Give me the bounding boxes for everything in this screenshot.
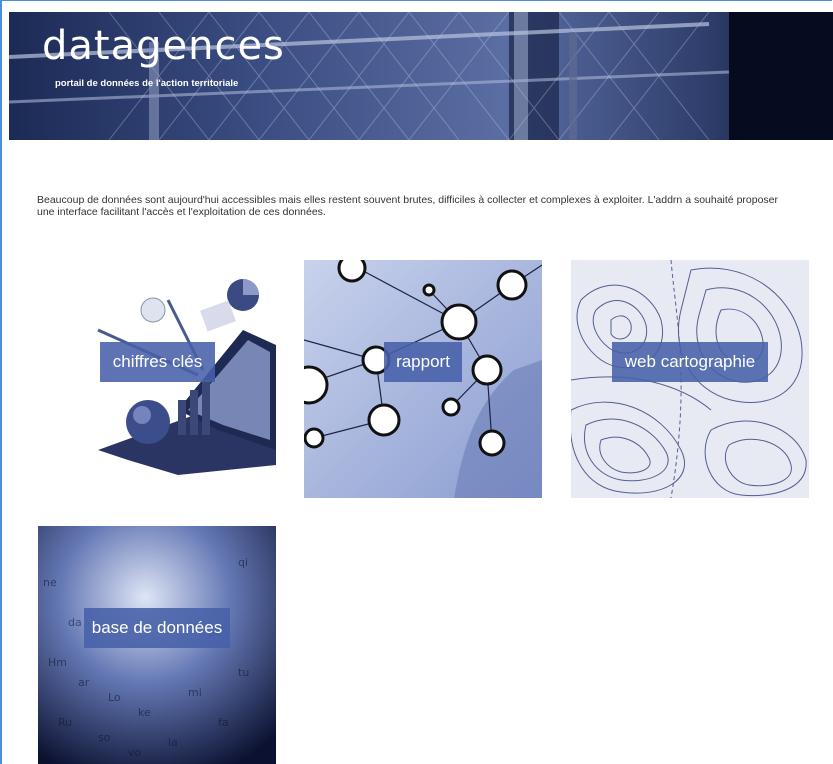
tile-label-chiffres-cles: chiffres clés	[100, 342, 215, 382]
tile-rapport[interactable]: rapport	[304, 260, 542, 498]
svg-text:ar: ar	[78, 676, 90, 689]
tile-label-base-de-donnees: base de données	[84, 608, 230, 648]
intro-paragraph: Beaucoup de données sont aujourd'hui acc…	[37, 194, 779, 218]
tile-web-cartographie[interactable]: web cartographie	[571, 260, 809, 498]
site-tagline: portail de données de l'action territori…	[55, 78, 239, 89]
svg-text:Ru: Ru	[58, 716, 72, 729]
svg-text:la: la	[168, 736, 178, 749]
tile-chiffres-cles[interactable]: chiffres clés	[38, 260, 276, 498]
svg-text:mi: mi	[188, 686, 202, 699]
svg-text:tu: tu	[238, 666, 249, 679]
tile-label-rapport: rapport	[384, 342, 462, 382]
svg-text:so: so	[98, 731, 111, 744]
tile-label-web-cartographie: web cartographie	[612, 342, 768, 382]
header-banner: datagences portail de données de l'actio…	[9, 12, 833, 140]
svg-text:Lo: Lo	[108, 691, 121, 704]
svg-text:Hm: Hm	[48, 656, 67, 669]
tile-base-de-donnees[interactable]: HmarLo keRumi fasola tuneqi pedavo base …	[38, 526, 276, 764]
svg-text:ne: ne	[43, 576, 57, 589]
svg-text:vo: vo	[128, 746, 142, 759]
svg-text:fa: fa	[218, 716, 229, 729]
svg-text:ke: ke	[138, 706, 151, 719]
svg-text:da: da	[68, 616, 82, 629]
site-logo[interactable]: datagences	[42, 26, 285, 66]
svg-text:qi: qi	[238, 556, 248, 569]
